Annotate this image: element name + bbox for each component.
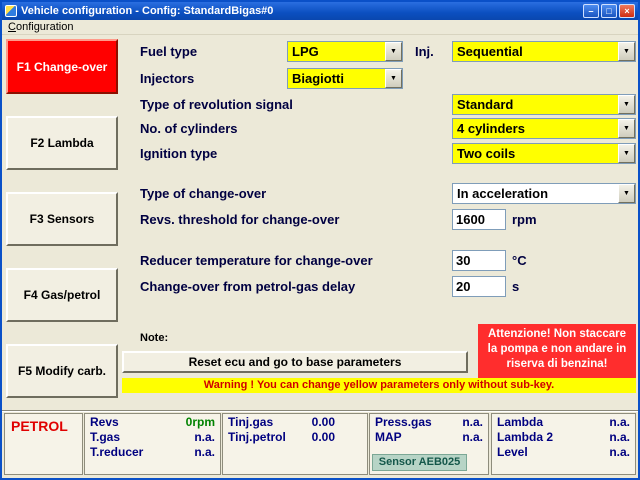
warning-bar: Warning ! You can change yellow paramete… [122,378,636,393]
titlebar: Vehicle configuration - Config: Standard… [2,2,638,20]
tgas-label: T.gas [90,430,120,444]
close-icon[interactable]: × [619,4,635,18]
sidebar-button-f1-change-over[interactable]: F1 Change-over [6,39,118,94]
injectors-label: Injectors [140,71,194,86]
press-gas-value: n.a. [462,415,483,429]
inj-select[interactable]: Sequential ▼ [452,41,636,62]
fuel-type-value: LPG [288,42,385,61]
status-cell-lambda: Lambda n.a. Lambda 2 n.a. Level n.a. [491,413,636,475]
treducer-value: n.a. [194,445,215,459]
ignition-select[interactable]: Two coils ▼ [452,143,636,164]
fuel-type-label: Fuel type [140,44,197,59]
changeover-label: Type of change-over [140,186,266,201]
tgas-value: n.a. [194,430,215,444]
inj-value: Sequential [453,42,618,61]
press-gas-label: Press.gas [375,415,432,429]
chevron-down-icon[interactable]: ▼ [618,95,635,114]
sidebar-button-f4-gas-petrol[interactable]: F4 Gas/petrol [6,268,118,322]
status-cell-mode: PETROL [4,413,83,475]
revs-value: 0rpm [186,415,215,429]
cylinders-select[interactable]: 4 cylinders ▼ [452,118,636,139]
status-cell-engine: Revs 0rpm T.gas n.a. T.reducer n.a. [84,413,221,475]
fuel-type-select[interactable]: LPG ▼ [287,41,403,62]
reset-ecu-button[interactable]: Reset ecu and go to base parameters [122,351,468,373]
treducer-label: T.reducer [90,445,143,459]
ignition-label: Ignition type [140,146,217,161]
map-value: n.a. [462,430,483,444]
changeover-value: In acceleration [453,184,618,203]
rev-signal-value: Standard [453,95,618,114]
changeover-select[interactable]: In acceleration ▼ [452,183,636,204]
maximize-icon[interactable]: □ [601,4,617,18]
lambda-value: n.a. [609,415,630,429]
reducer-temp-input[interactable] [452,250,506,271]
sidebar-button-f2-lambda[interactable]: F2 Lambda [6,116,118,170]
chevron-down-icon[interactable]: ▼ [385,69,402,88]
map-label: MAP [375,430,402,444]
delay-label: Change-over from petrol-gas delay [140,279,355,294]
app-window: Vehicle configuration - Config: Standard… [0,0,640,480]
ignition-value: Two coils [453,144,618,163]
delay-input[interactable] [452,276,506,297]
chevron-down-icon[interactable]: ▼ [618,144,635,163]
tinj-petrol-label: Tinj.petrol [228,430,286,444]
inj-label: Inj. [415,44,434,59]
injectors-value: Biagiotti [288,69,385,88]
tinj-gas-value: 0.00 [312,415,335,429]
minimize-icon[interactable]: – [583,4,599,18]
sidebar-button-f3-sensors[interactable]: F3 Sensors [6,192,118,246]
fuel-mode-indicator: PETROL [5,414,82,434]
menubar: Configuration [2,20,638,35]
rev-signal-select[interactable]: Standard ▼ [452,94,636,115]
cylinders-value: 4 cylinders [453,119,618,138]
revs-threshold-label: Revs. threshold for change-over [140,212,339,227]
level-value: n.a. [609,445,630,459]
status-cell-pressure: Press.gas n.a. MAP n.a. Sensor AEB025 [369,413,489,475]
revs-threshold-unit: rpm [512,212,537,227]
level-label: Level [497,445,528,459]
revs-threshold-input[interactable] [452,209,506,230]
window-title: Vehicle configuration - Config: Standard… [21,5,583,17]
note-label: Note: [140,332,168,344]
status-cell-injection: Tinj.gas 0.00 Tinj.petrol 0.00 [222,413,368,475]
rev-signal-label: Type of revolution signal [140,97,293,112]
tinj-gas-label: Tinj.gas [228,415,273,429]
injectors-select[interactable]: Biagiotti ▼ [287,68,403,89]
menu-configuration[interactable]: Configuration [2,20,79,34]
lambda-label: Lambda [497,415,543,429]
delay-unit: s [512,279,519,294]
tinj-petrol-value: 0.00 [312,430,335,444]
chevron-down-icon[interactable]: ▼ [618,42,635,61]
lambda2-value: n.a. [609,430,630,444]
divider [2,410,638,412]
attention-box: Attenzione! Non staccare la pompa e non … [478,324,636,378]
lambda2-label: Lambda 2 [497,430,553,444]
sidebar-button-f5-modify-carb[interactable]: F5 Modify carb. [6,344,118,398]
reducer-temp-unit: °C [512,253,527,268]
chevron-down-icon[interactable]: ▼ [618,184,635,203]
window-controls: – □ × [583,4,635,18]
app-icon [5,5,17,17]
chevron-down-icon[interactable]: ▼ [618,119,635,138]
revs-label: Revs [90,415,119,429]
reducer-temp-label: Reducer temperature for change-over [140,253,373,268]
sensor-badge: Sensor AEB025 [372,454,467,471]
chevron-down-icon[interactable]: ▼ [385,42,402,61]
cylinders-label: No. of cylinders [140,121,238,136]
